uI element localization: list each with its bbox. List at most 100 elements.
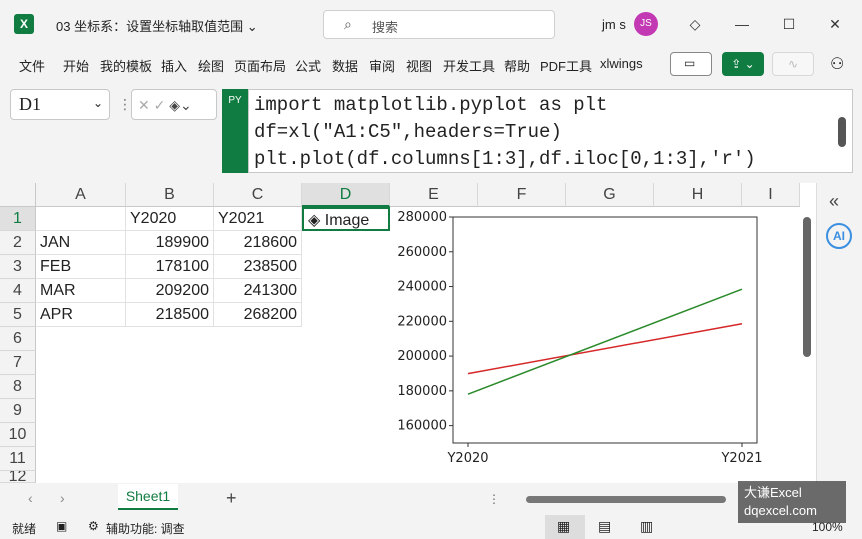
y-tick-label: 240000 (397, 280, 447, 295)
row-header-4[interactable]: 4 (0, 279, 36, 303)
col-header-a[interactable]: A (36, 183, 126, 207)
chart-image[interactable]: 160000 180000 200000 220000 240000 260000 2800… (392, 207, 796, 470)
cell-b5[interactable]: 218500 (126, 303, 214, 327)
cell-a2[interactable]: JAN (36, 231, 126, 255)
y-tick-label: 180000 (397, 384, 447, 399)
user-name[interactable]: jm s (602, 17, 626, 32)
watermark-line1: 大谦Excel (744, 485, 802, 500)
cell-a3[interactable]: FEB (36, 255, 126, 279)
search-input[interactable]: ⌕ 搜索 (323, 10, 555, 39)
formula-tools[interactable]: ✕ ✓ ◈⌄ (131, 89, 217, 120)
col-header-g[interactable]: G (566, 183, 654, 207)
cell-a1[interactable] (36, 207, 126, 231)
status-ready: 就绪 (12, 522, 37, 536)
sheet-tab-sheet1[interactable]: Sheet1 (118, 484, 178, 510)
python-badge: PY (222, 89, 248, 173)
cell-a5[interactable]: APR (36, 303, 126, 327)
layers-icon[interactable]: ◈⌄ (169, 97, 192, 113)
vertical-scrollbar[interactable] (800, 207, 814, 482)
add-sheet-button[interactable]: + (226, 488, 237, 509)
minimize-button[interactable]: — (730, 12, 754, 36)
cell-b2[interactable]: 189900 (126, 231, 214, 255)
close-button[interactable]: ✕ (823, 12, 847, 36)
next-sheet-icon[interactable]: › (60, 490, 65, 506)
row-header-3[interactable]: 3 (0, 255, 36, 279)
formula-input[interactable]: import matplotlib.pyplot as plt df=xl("A… (248, 89, 853, 173)
cell-d1[interactable]: ◈ Image (302, 207, 390, 231)
cell-a4[interactable]: MAR (36, 279, 126, 303)
y-tick-label: 280000 (397, 210, 447, 225)
col-header-f[interactable]: F (478, 183, 566, 207)
row-header-2[interactable]: 2 (0, 231, 36, 255)
formula-scrollbar[interactable] (838, 117, 846, 147)
more-icon[interactable]: ⋮ (488, 492, 500, 506)
share-icon: ⇪ ⌄ (731, 57, 755, 71)
menu-insert[interactable]: 插入 (161, 56, 187, 74)
cell-d1-value: Image (324, 212, 370, 229)
col-header-b[interactable]: B (126, 183, 214, 207)
col-header-e[interactable]: E (390, 183, 478, 207)
macro-icon[interactable]: ▣ (56, 519, 67, 533)
row-header-1[interactable]: 1 (0, 207, 36, 231)
col-header-c[interactable]: C (214, 183, 302, 207)
menu-review[interactable]: 审阅 (369, 56, 395, 74)
cell-c5[interactable]: 268200 (214, 303, 302, 327)
cell-c1[interactable]: Y2021 (214, 207, 302, 231)
comment-button[interactable]: ▭ (670, 52, 712, 76)
row-header-10[interactable]: 10 (0, 423, 36, 447)
row-header-5[interactable]: 5 (0, 303, 36, 327)
collapse-icon[interactable]: « (829, 191, 839, 212)
document-title-text: 03 坐标系：设置坐标轴取值范围 (56, 19, 244, 34)
row-header-11[interactable]: 11 (0, 447, 36, 471)
y-tick-label: 200000 (397, 349, 447, 364)
cell-b3[interactable]: 178100 (126, 255, 214, 279)
col-header-i[interactable]: I (742, 183, 800, 207)
avatar[interactable]: JS (634, 12, 658, 36)
cancel-icon[interactable]: ✕ (138, 97, 150, 113)
name-box[interactable]: D1 ⌄ (10, 89, 110, 120)
status-accessibility[interactable]: 辅助功能: 调查 (106, 520, 185, 537)
menu-developer[interactable]: 开发工具 (443, 56, 495, 74)
row-header-9[interactable]: 9 (0, 399, 36, 423)
col-header-d[interactable]: D (302, 183, 390, 207)
menu-page-layout[interactable]: 页面布局 (234, 56, 286, 74)
page-break-icon[interactable]: ▥ (640, 518, 653, 535)
menu-draw[interactable]: 绘图 (198, 56, 224, 74)
maximize-button[interactable]: ☐ (777, 12, 801, 36)
page-layout-icon[interactable]: ▤ (598, 518, 611, 535)
menu-view[interactable]: 视图 (406, 56, 432, 74)
menu-formulas[interactable]: 公式 (295, 56, 321, 74)
person-icon[interactable]: ⚇ (830, 54, 844, 74)
share-button[interactable]: ⇪ ⌄ (722, 52, 764, 76)
prev-sheet-icon[interactable]: ‹ (28, 490, 33, 506)
col-header-h[interactable]: H (654, 183, 742, 207)
menu-pdf[interactable]: PDF工具 (540, 56, 592, 74)
cell-c3[interactable]: 238500 (214, 255, 302, 279)
scroll-thumb[interactable] (803, 217, 811, 357)
normal-view-button[interactable]: ▦ (545, 515, 585, 539)
ai-icon[interactable]: AI (826, 223, 852, 249)
cell-b1[interactable]: Y2020 (126, 207, 214, 231)
cell-b4[interactable]: 209200 (126, 279, 214, 303)
menu-templates[interactable]: 我的模板 (100, 56, 152, 74)
row-header-12[interactable]: 12 (0, 471, 36, 483)
document-title[interactable]: 03 坐标系：设置坐标轴取值范围 ⌄ (56, 16, 258, 35)
check-icon[interactable]: ✓ (154, 97, 166, 113)
row-header-6[interactable]: 6 (0, 327, 36, 351)
horizontal-scrollbar[interactable] (526, 496, 726, 503)
row-header-8[interactable]: 8 (0, 375, 36, 399)
menu-xlwings[interactable]: xlwings (600, 56, 643, 74)
status-bar: 就绪 ▣ ⚙ 辅助功能: 调查 ▦ ▤ ▥ 100% (0, 515, 862, 539)
cell-c2[interactable]: 218600 (214, 231, 302, 255)
right-panel: « AI (816, 183, 862, 483)
menu-data[interactable]: 数据 (332, 56, 358, 74)
menu-file[interactable]: 文件 (19, 56, 45, 74)
accessibility-icon: ⚙ (88, 519, 99, 533)
row-header-7[interactable]: 7 (0, 351, 36, 375)
diamond-icon[interactable]: ◇ (683, 12, 707, 36)
menu-help[interactable]: 帮助 (504, 56, 530, 74)
menu-home[interactable]: 开始 (63, 56, 89, 74)
cell-c4[interactable]: 241300 (214, 279, 302, 303)
select-all-corner[interactable] (0, 183, 36, 207)
comment-icon: ▭ (684, 56, 696, 70)
